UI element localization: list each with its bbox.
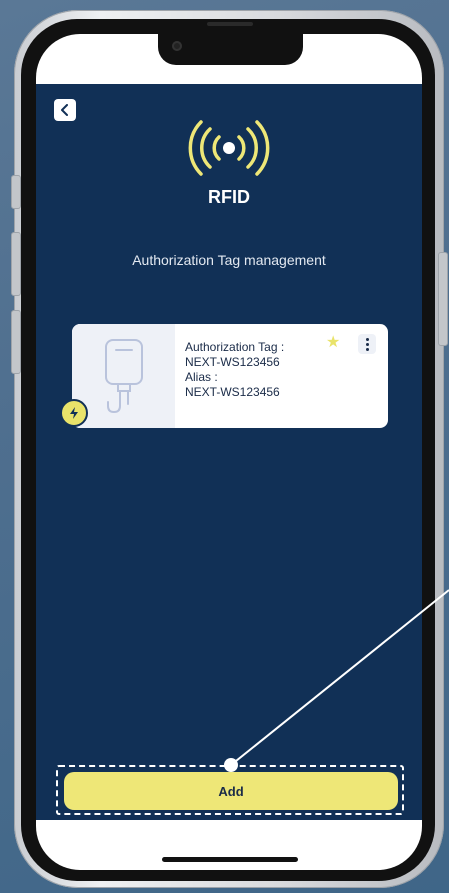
add-button[interactable]: Add [64,772,398,810]
more-vertical-icon[interactable] [358,334,376,354]
home-indicator [162,857,298,862]
rfid-signal-icon [188,120,270,176]
volume-down-button [11,310,21,374]
power-button [438,252,448,346]
volume-up-button [11,232,21,296]
chevron-left-icon [61,104,68,116]
lightning-glyph [70,407,78,419]
phone-screen: RFID Authorization Tag management Author… [36,34,422,870]
authorization-tag-card[interactable]: Authorization Tag : NEXT-WS123456 Alias … [72,324,388,428]
auth-tag-value: NEXT-WS123456 [185,355,280,369]
lightning-icon [60,399,88,427]
front-camera [172,41,182,51]
auth-tag-label: Authorization Tag : [185,340,285,354]
page-title: RFID [208,187,250,207]
alias-value: NEXT-WS123456 [185,385,280,399]
tag-details: Authorization Tag : NEXT-WS123456 Alias … [185,340,284,400]
section-title: Authorization Tag management [132,252,326,268]
speaker [207,22,253,26]
mute-switch [11,175,21,209]
rfid-screen: RFID Authorization Tag management Author… [36,84,422,820]
notch [158,22,303,65]
wall-charger-icon [104,339,143,414]
favorite-star-icon[interactable]: ★ [326,335,340,351]
back-button[interactable] [54,99,76,121]
alias-label: Alias : [185,370,218,384]
